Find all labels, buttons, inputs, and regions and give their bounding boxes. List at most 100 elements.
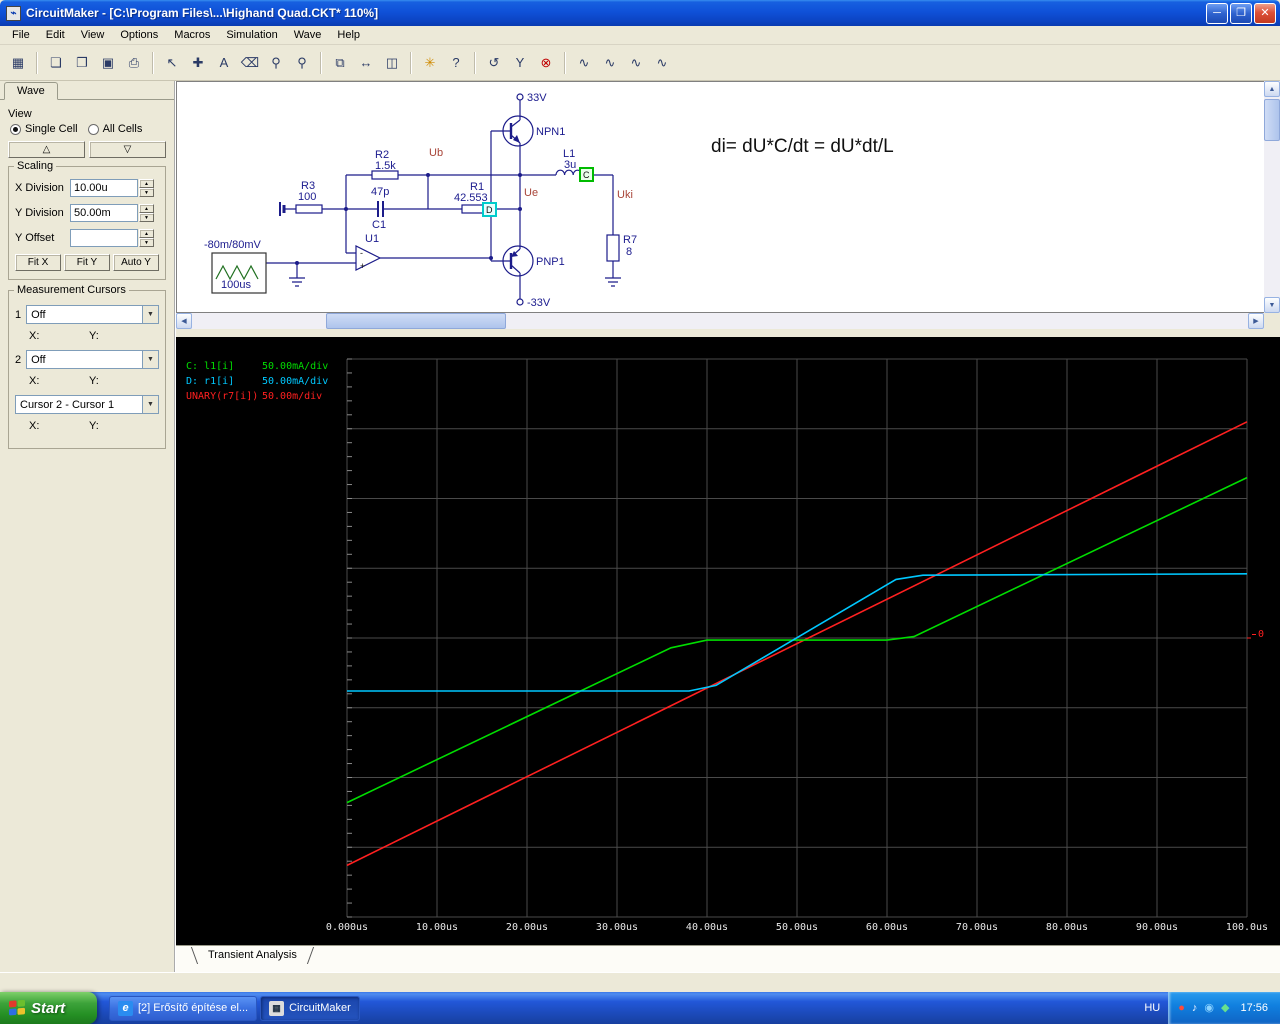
auto-y-button[interactable]: Auto Y xyxy=(113,254,159,271)
menu-item-view[interactable]: View xyxy=(73,27,113,43)
scroll-cell-up-button[interactable]: △ xyxy=(8,141,85,158)
horizontal-scroll-track[interactable] xyxy=(192,313,1248,329)
single-cell-radio[interactable]: Single Cell xyxy=(10,123,78,135)
pnp-label: PNP1 xyxy=(536,256,565,268)
cursor-difference-select[interactable]: Cursor 2 - Cursor 1 ▼ xyxy=(15,395,159,414)
zoom-in-tool[interactable]: ⚲ xyxy=(264,50,288,75)
all-cells-radio[interactable]: All Cells xyxy=(87,123,142,135)
menu-item-macros[interactable]: Macros xyxy=(166,27,218,43)
chevron-down-icon[interactable]: ▼ xyxy=(142,351,158,368)
waveform-window-button-4[interactable]: ∿ xyxy=(650,50,674,75)
horizontal-scroll-thumb[interactable] xyxy=(326,313,506,329)
minimize-button[interactable]: ─ xyxy=(1206,2,1228,24)
schematic-vertical-scrollbar[interactable]: ▲ ▼ xyxy=(1264,81,1280,313)
menu-item-simulation[interactable]: Simulation xyxy=(218,27,285,43)
circuitmaker-window: ⌁ CircuitMaker - [C:\Program Files\...\H… xyxy=(0,0,1280,1024)
probe-tool[interactable]: Y xyxy=(508,50,532,75)
toolbar-separator xyxy=(36,51,38,74)
undo-button[interactable]: ↺ xyxy=(482,50,506,75)
delete-tool[interactable]: ⌫ xyxy=(238,50,262,75)
chevron-down-icon[interactable]: ▼ xyxy=(142,396,158,413)
taskbar-item-browser-label: [2] Erősítő építése el... xyxy=(138,1002,249,1014)
print-button[interactable]: ⎙ xyxy=(122,50,146,75)
security-tray-icon[interactable]: ● xyxy=(1178,1002,1185,1014)
save-file-button[interactable]: ▣ xyxy=(96,50,120,75)
formula-annotation: di= dU*C/dt = dU*dt/L xyxy=(711,136,894,157)
start-button[interactable]: Start xyxy=(0,992,97,1024)
help-button[interactable]: ? xyxy=(444,50,468,75)
scroll-left-arrow-icon[interactable]: ◀ xyxy=(176,313,192,329)
x-axis-tick-label: 10.00us xyxy=(415,922,459,933)
waveform-window-button-3[interactable]: ∿ xyxy=(624,50,648,75)
y-offset-spin-down[interactable]: ▼ xyxy=(139,238,154,247)
wave-panel: Wave View Single Cell All Cells △ ▽ Scal… xyxy=(0,81,176,972)
volume-tray-icon[interactable]: ♪ xyxy=(1192,1002,1198,1014)
board-icon-button[interactable]: ▦ xyxy=(6,50,30,75)
update-tray-icon[interactable]: ◆ xyxy=(1221,1002,1229,1014)
schematic-canvas[interactable]: 33V -33V NPN1 PNP1 R2 1.5k R3 100 47p C1… xyxy=(176,81,1264,313)
select-arrow-tool[interactable]: ↖ xyxy=(160,50,184,75)
x-axis-tick-label: 0.000us xyxy=(325,922,369,933)
waveform-window-button-1[interactable]: ∿ xyxy=(572,50,596,75)
waveform-window-button-2[interactable]: ∿ xyxy=(598,50,622,75)
scroll-right-arrow-icon[interactable]: ▶ xyxy=(1248,313,1264,329)
split-view-button[interactable]: ◫ xyxy=(380,50,404,75)
u1-label: U1 xyxy=(365,233,379,245)
run-simulation-button[interactable]: ✳ xyxy=(418,50,442,75)
y-division-input[interactable] xyxy=(70,204,138,222)
scroll-up-arrow-icon[interactable]: ▲ xyxy=(1264,81,1280,97)
chevron-down-icon[interactable]: ▼ xyxy=(142,306,158,323)
new-file-button[interactable]: ❏ xyxy=(44,50,68,75)
scroll-cell-down-button[interactable]: ▽ xyxy=(89,141,166,158)
wave-panel-tab[interactable]: Wave xyxy=(4,82,58,100)
fit-to-window-button[interactable]: ↔ xyxy=(354,50,378,75)
taskbar-item-circuitmaker[interactable]: ▦ CircuitMaker xyxy=(260,995,360,1021)
menu-item-help[interactable]: Help xyxy=(329,27,368,43)
y-offset-spin-up[interactable]: ▲ xyxy=(139,229,154,238)
menubar: File Edit View Options Macros Simulation Wave H… xyxy=(0,26,1280,45)
windows-flag-icon xyxy=(9,1000,25,1016)
zoom-out-tool[interactable]: ⚲ xyxy=(290,50,314,75)
taskbar-item-browser[interactable]: e [2] Erősítő építése el... xyxy=(109,995,258,1021)
x-division-spin-down[interactable]: ▼ xyxy=(139,188,154,197)
text-tool[interactable]: A xyxy=(212,50,236,75)
y-division-spin-up[interactable]: ▲ xyxy=(139,204,154,213)
transient-analysis-tab[interactable]: Transient Analysis xyxy=(190,947,315,964)
x-division-spin-up[interactable]: ▲ xyxy=(139,179,154,188)
x-division-input[interactable] xyxy=(70,179,138,197)
system-tray: ● ♪ ◉ ◆ 17:56 xyxy=(1168,992,1280,1024)
menu-item-wave[interactable]: Wave xyxy=(286,27,330,43)
scroll-down-arrow-icon[interactable]: ▼ xyxy=(1264,297,1280,313)
search-part-button[interactable]: ⧉ xyxy=(328,50,352,75)
language-indicator[interactable]: HU xyxy=(1136,1002,1168,1014)
menu-item-file[interactable]: File xyxy=(4,27,38,43)
stop-simulation-button[interactable]: ⊗ xyxy=(534,50,558,75)
y-offset-input[interactable] xyxy=(70,229,138,247)
probe-c-label: C xyxy=(583,170,590,180)
vplus-label: 33V xyxy=(527,92,547,104)
menu-item-options[interactable]: Options xyxy=(112,27,166,43)
x-axis-tick-label: 40.00us xyxy=(685,922,729,933)
fit-y-button[interactable]: Fit Y xyxy=(64,254,110,271)
vminus-label: -33V xyxy=(527,297,551,309)
r1-value-label: 42.553 xyxy=(454,192,488,204)
x-axis-tick-label: 30.00us xyxy=(595,922,639,933)
l1-value-label: 3u xyxy=(564,159,576,171)
schematic-horizontal-scrollbar[interactable]: ◀ ▶ xyxy=(176,313,1280,329)
vertical-scroll-track[interactable] xyxy=(1264,97,1280,297)
fit-x-button[interactable]: Fit X xyxy=(15,254,61,271)
vertical-scroll-thumb[interactable] xyxy=(1264,99,1280,141)
view-section-title: View xyxy=(8,108,32,120)
waveform-plot[interactable]: C: l1[i] 50.00mA/div D: r1[i] 50.00mA/div UN… xyxy=(176,337,1280,945)
scrollbar-corner xyxy=(1264,313,1280,329)
y-offset-label: Y Offset xyxy=(15,232,55,244)
restore-button[interactable]: ❐ xyxy=(1230,2,1252,24)
cursor1-select[interactable]: Off ▼ xyxy=(26,305,159,324)
menu-item-edit[interactable]: Edit xyxy=(38,27,73,43)
cursor2-select[interactable]: Off ▼ xyxy=(26,350,159,369)
wire-tool[interactable]: ✚ xyxy=(186,50,210,75)
close-button[interactable]: ✕ xyxy=(1254,2,1276,24)
y-division-spin-down[interactable]: ▼ xyxy=(139,213,154,222)
messenger-tray-icon[interactable]: ◉ xyxy=(1204,1002,1214,1014)
open-file-button[interactable]: ❐ xyxy=(70,50,94,75)
